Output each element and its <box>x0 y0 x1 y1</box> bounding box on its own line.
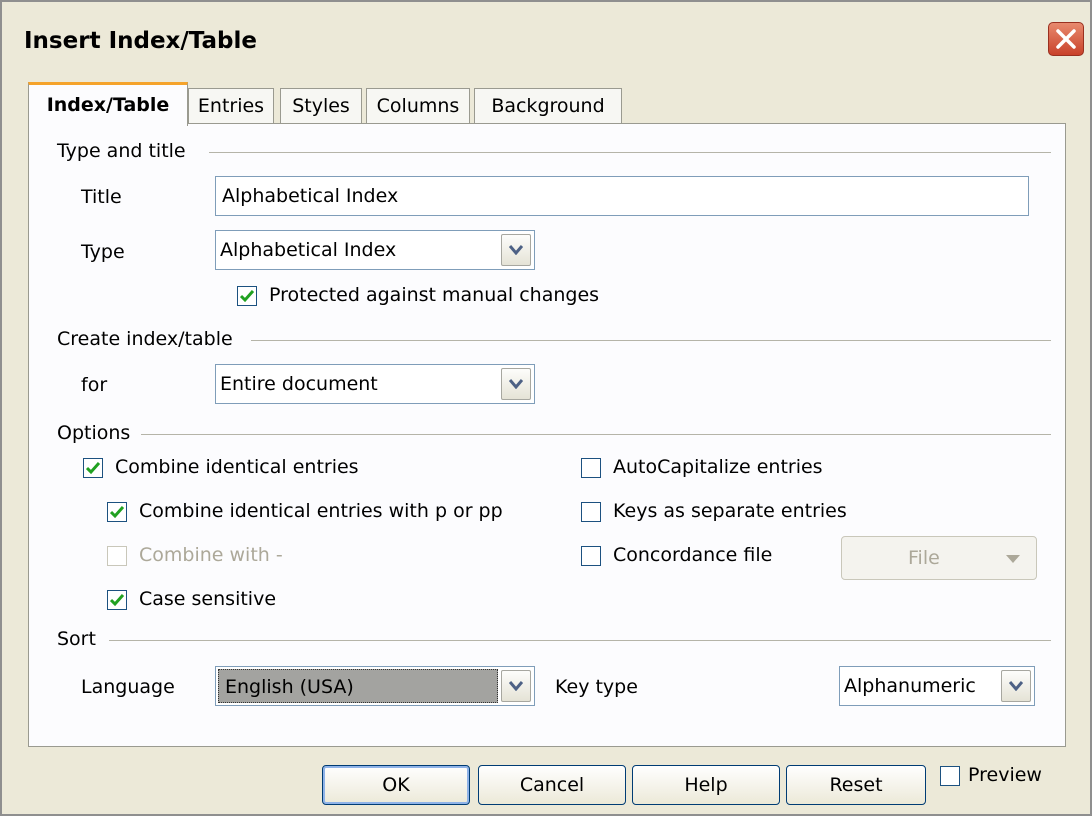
combine-identical-checkbox[interactable] <box>83 458 103 478</box>
section-divider <box>209 152 1051 153</box>
tab-label: Columns <box>376 95 460 117</box>
combine-identical-label: Combine identical entries <box>115 456 359 478</box>
file-button-label: File <box>908 547 940 569</box>
protected-checkbox[interactable] <box>237 286 257 306</box>
key-type-select[interactable]: Alphanumeric <box>839 666 1035 706</box>
close-icon <box>1056 29 1076 49</box>
type-select[interactable]: Alphabetical Index <box>215 230 535 270</box>
combine-p-pp-label: Combine identical entries with p or pp <box>139 500 503 522</box>
tab-label: Styles <box>292 95 350 117</box>
chevron-down-icon <box>509 681 523 691</box>
autocapitalize-label: AutoCapitalize entries <box>613 456 823 478</box>
section-sort: Sort <box>57 628 96 650</box>
title-bar: Insert Index/Table <box>2 2 1090 66</box>
chevron-down-icon <box>509 245 523 255</box>
dropdown-arrow[interactable] <box>501 368 531 400</box>
tab-entries[interactable]: Entries <box>188 88 274 124</box>
insert-index-dialog: Insert Index/Table Index/Table Entries S… <box>0 0 1092 816</box>
section-divider <box>251 340 1051 341</box>
section-divider <box>141 434 1051 435</box>
language-label: Language <box>81 676 175 698</box>
file-button[interactable]: File <box>841 536 1037 580</box>
dropdown-arrow[interactable] <box>501 670 531 702</box>
tab-label: Entries <box>197 95 265 117</box>
tab-label: Background <box>491 95 605 117</box>
autocapitalize-checkbox[interactable] <box>581 458 601 478</box>
tab-label: Index/Table <box>46 94 170 116</box>
case-sensitive-checkbox[interactable] <box>107 590 127 610</box>
key-type-label: Key type <box>555 676 638 698</box>
type-label: Type <box>81 241 125 263</box>
cancel-button[interactable]: Cancel <box>478 765 626 805</box>
section-create-index: Create index/table <box>57 328 233 350</box>
for-select[interactable]: Entire document <box>215 364 535 404</box>
for-select-value: Entire document <box>220 373 378 395</box>
help-button[interactable]: Help <box>632 765 780 805</box>
tab-styles[interactable]: Styles <box>280 88 362 124</box>
combine-with-dash-label: Combine with - <box>139 544 283 566</box>
language-select[interactable]: English (USA) <box>215 666 535 706</box>
reset-button[interactable]: Reset <box>786 765 926 805</box>
checkmark-icon <box>110 506 124 519</box>
index-table-panel: Type and title Title Alphabetical Index … <box>28 123 1066 747</box>
concordance-label: Concordance file <box>613 544 773 566</box>
ok-button[interactable]: OK <box>322 765 470 805</box>
language-select-value: English (USA) <box>218 669 498 703</box>
tab-index-table[interactable]: Index/Table <box>28 82 188 126</box>
checkmark-icon <box>110 594 124 607</box>
checkmark-icon <box>240 290 254 303</box>
keys-separate-checkbox[interactable] <box>581 502 601 522</box>
dropdown-arrow[interactable] <box>1001 670 1031 702</box>
tab-background[interactable]: Background <box>474 88 622 124</box>
close-button[interactable] <box>1048 22 1084 56</box>
chevron-down-icon <box>509 379 523 389</box>
dropdown-arrow[interactable] <box>501 234 531 266</box>
title-label: Title <box>81 186 122 208</box>
protected-label: Protected against manual changes <box>269 284 600 306</box>
type-select-value: Alphabetical Index <box>220 239 397 261</box>
dropdown-arrow-icon <box>1006 555 1020 563</box>
keys-separate-label: Keys as separate entries <box>613 500 847 522</box>
for-label: for <box>81 374 108 396</box>
case-sensitive-label: Case sensitive <box>139 588 277 610</box>
concordance-checkbox[interactable] <box>581 546 601 566</box>
section-type-and-title: Type and title <box>57 140 186 162</box>
combine-p-pp-checkbox[interactable] <box>107 502 127 522</box>
tab-columns[interactable]: Columns <box>366 88 470 124</box>
section-options: Options <box>57 422 131 444</box>
dialog-title: Insert Index/Table <box>24 28 257 54</box>
key-type-select-value: Alphanumeric <box>844 675 976 697</box>
section-divider <box>109 640 1051 641</box>
checkmark-icon <box>86 462 100 475</box>
title-input[interactable]: Alphabetical Index <box>215 176 1029 216</box>
preview-checkbox[interactable] <box>940 766 960 786</box>
chevron-down-icon <box>1009 681 1023 691</box>
preview-label: Preview <box>968 764 1042 786</box>
combine-with-dash-checkbox[interactable] <box>107 546 127 566</box>
